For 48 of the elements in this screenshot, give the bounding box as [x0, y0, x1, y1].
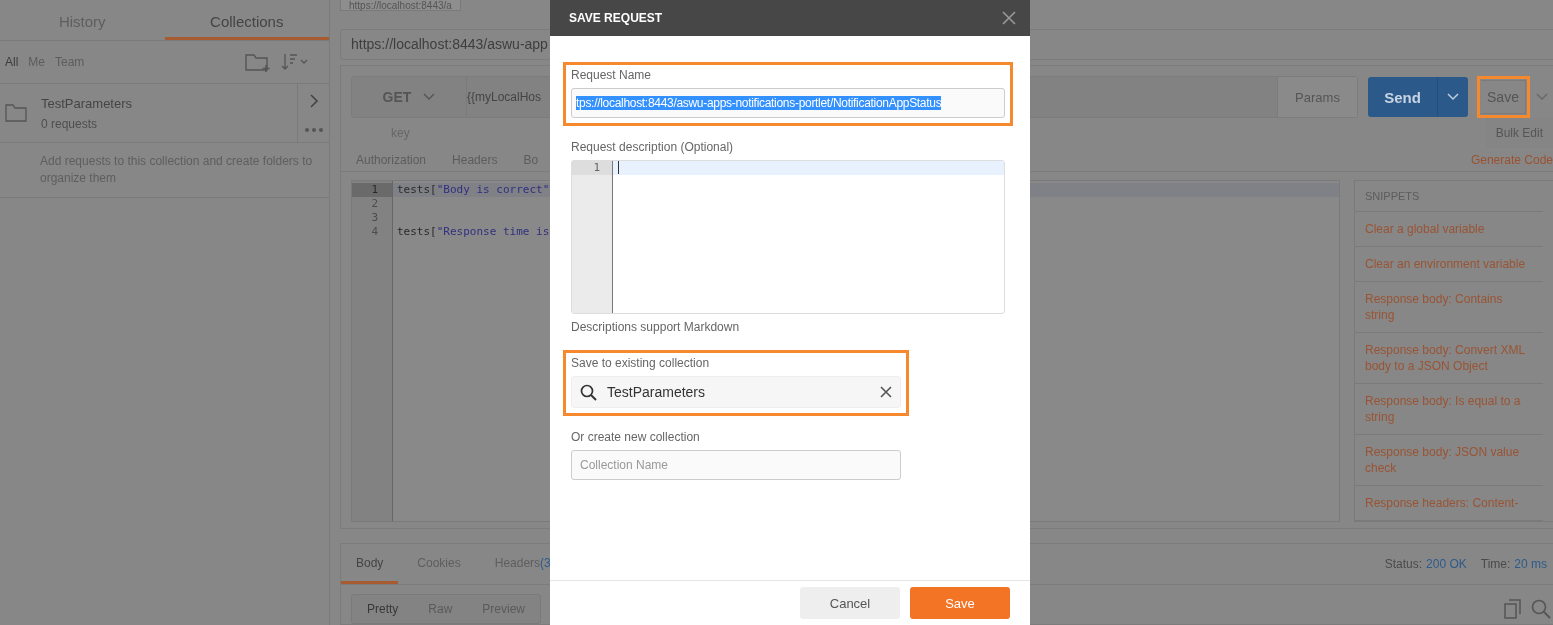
snippet-link[interactable]: Clear an environment variable: [1355, 247, 1543, 282]
field-label: Or create new collection: [571, 430, 701, 444]
close-icon[interactable]: [1002, 11, 1016, 25]
snippet-link[interactable]: Clear a global variable: [1355, 212, 1543, 247]
status-value: 200 OK: [1426, 557, 1467, 571]
cancel-button[interactable]: Cancel: [800, 587, 900, 619]
more-icon[interactable]: [303, 126, 324, 133]
response-tab[interactable]: Body: [341, 544, 399, 584]
caret-icon[interactable]: [423, 93, 436, 101]
collection-item[interactable]: TestParameters 0 requests: [0, 84, 329, 143]
save-button[interactable]: Save: [910, 587, 1010, 619]
generate-code-link[interactable]: Generate Code: [1470, 153, 1553, 167]
time-value: 20 ms: [1514, 557, 1547, 571]
send-button[interactable]: Send: [1368, 77, 1468, 117]
collection-search-field[interactable]: TestParameters: [571, 376, 901, 408]
sort-icon[interactable]: [281, 53, 309, 71]
new-folder-icon[interactable]: [245, 51, 271, 73]
field-label: Request Name: [571, 68, 653, 82]
markdown-hint: Descriptions support Markdown: [571, 320, 741, 334]
code-line: tests["Body is correct": [397, 183, 550, 196]
request-name-field[interactable]: tps://localhost:8443/aswu-apps-notifications-portlet/NotificationAppStatus: [571, 88, 1005, 118]
folder-icon: [5, 104, 27, 122]
sidebar-tab[interactable]: Collections: [164, 6, 329, 40]
code-line: tests["Response time is: [397, 225, 550, 238]
search-icon: [580, 383, 597, 401]
snippet-link[interactable]: Response body: Is equal to a string: [1355, 384, 1543, 435]
filter-tab[interactable]: All: [5, 55, 19, 69]
chevron-right-icon[interactable]: [308, 93, 319, 108]
snippet-link[interactable]: Response body: Contains string: [1355, 282, 1543, 333]
line-number: 1: [572, 161, 612, 175]
line-number: 1: [352, 183, 392, 197]
collection-name: TestParameters: [41, 95, 134, 111]
view-mode-tab[interactable]: Pretty: [352, 595, 414, 623]
search-icon[interactable]: [1531, 599, 1551, 619]
field-label: Save to existing collection: [571, 356, 711, 370]
status-label: Status:: [1384, 557, 1423, 571]
collection-name-field[interactable]: Collection Name: [571, 450, 901, 480]
copy-icon[interactable]: [1503, 599, 1523, 619]
description-editor[interactable]: 1: [571, 160, 1005, 314]
snippet-link[interactable]: Response headers: Content-: [1355, 486, 1543, 521]
field-label: Request description (Optional): [571, 140, 735, 154]
time-label: Time:: [1480, 557, 1511, 571]
snippet-link[interactable]: Response body: JSON value check: [1355, 435, 1543, 486]
dialog-title: SAVE REQUEST: [569, 11, 663, 25]
request-tab[interactable]: https://localhost:8443/a: [340, 0, 461, 11]
snippet-link[interactable]: Response body: Convert XML body to a JSON Object: [1355, 333, 1543, 384]
clear-icon[interactable]: [880, 386, 892, 398]
request-count: 0 requests: [41, 116, 99, 131]
